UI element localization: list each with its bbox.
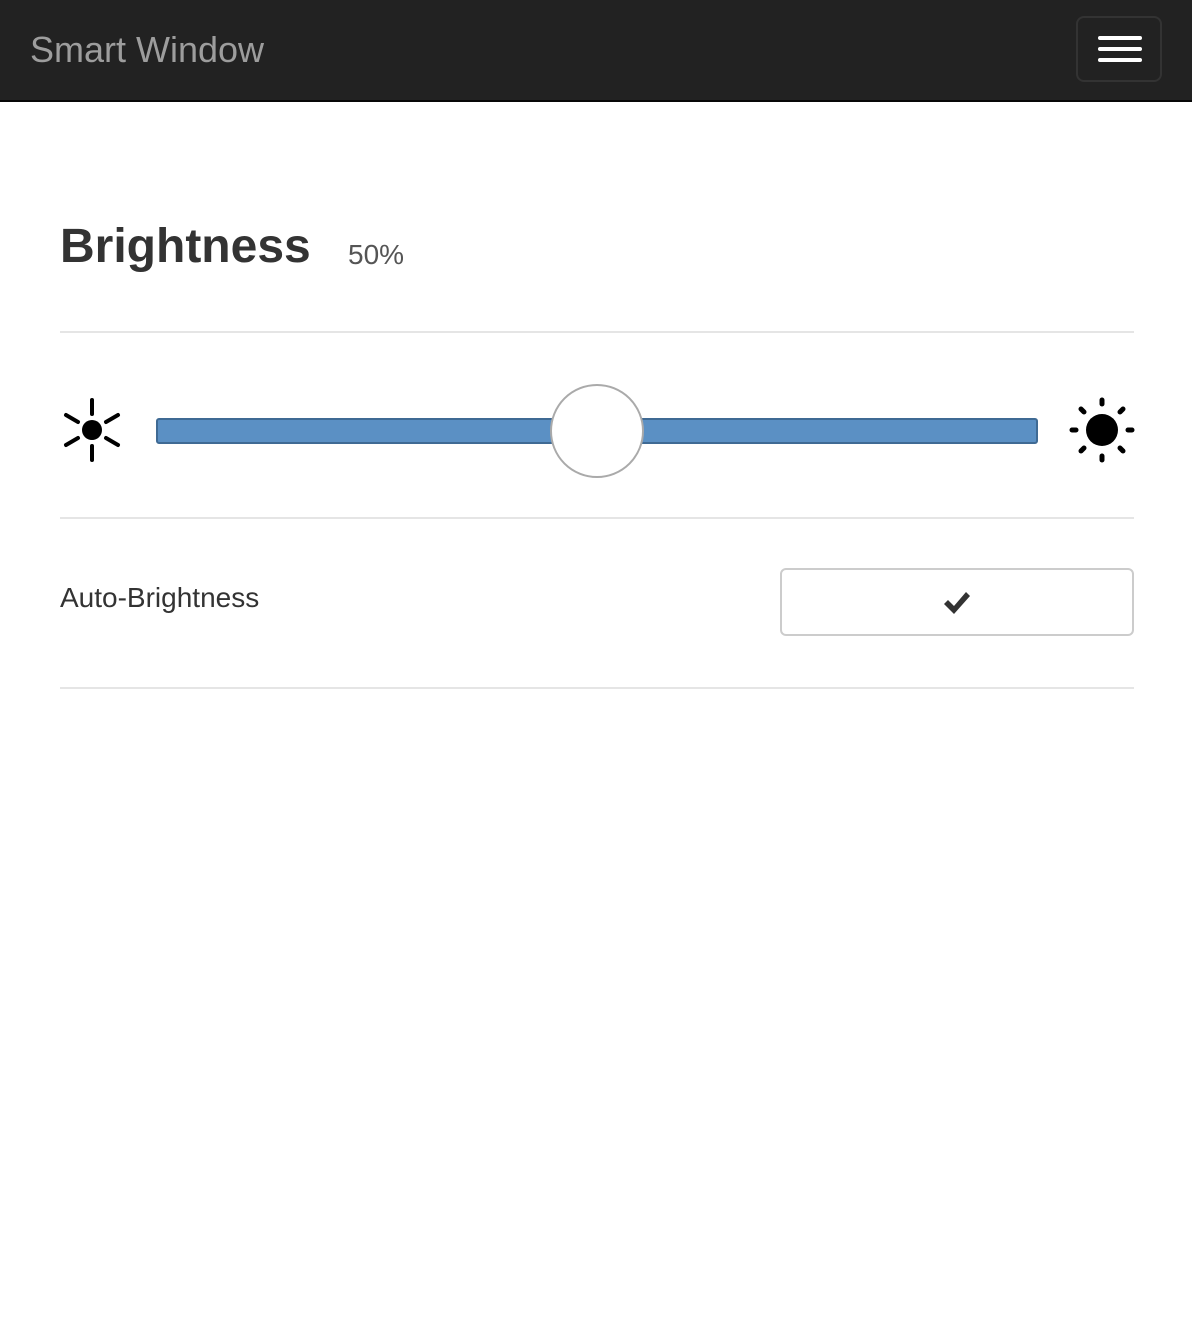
divider bbox=[60, 517, 1134, 519]
auto-brightness-label: Auto-Brightness bbox=[60, 582, 260, 613]
navbar: Smart Window bbox=[0, 0, 1192, 102]
checkmark-icon bbox=[944, 592, 970, 614]
brightness-value: 50% bbox=[348, 239, 405, 270]
sun-small-icon bbox=[64, 398, 120, 462]
slider-thumb[interactable] bbox=[550, 384, 644, 478]
divider bbox=[60, 331, 1134, 333]
brand-title[interactable]: Smart Window bbox=[30, 0, 264, 100]
auto-brightness-toggle[interactable] bbox=[780, 568, 1134, 636]
divider bbox=[60, 687, 1134, 689]
brightness-slider[interactable] bbox=[156, 384, 1038, 480]
menu-toggle-button[interactable] bbox=[1076, 16, 1162, 82]
brightness-title: Brightness bbox=[60, 220, 311, 273]
sun-large-icon bbox=[1069, 397, 1135, 463]
